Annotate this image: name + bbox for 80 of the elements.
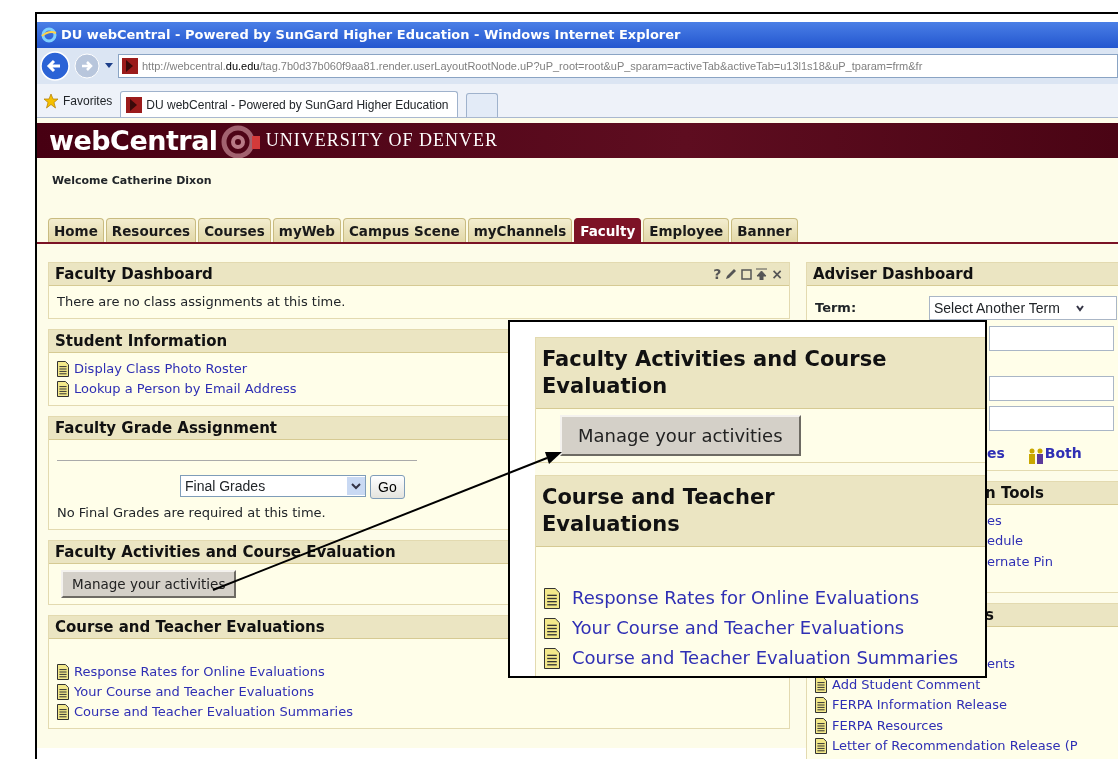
panel-title: Student Information (55, 332, 228, 350)
term-label: Term: (815, 299, 858, 318)
site-favicon (126, 96, 143, 113)
link[interactable]: Your Course and Teacher Evaluations (572, 613, 905, 643)
maximize-icon (741, 268, 753, 280)
nav-tab[interactable]: Faculty (574, 218, 642, 242)
link[interactable]: es (987, 443, 1005, 464)
site-favicon (122, 58, 138, 74)
panel-title: Faculty Dashboard (55, 265, 213, 283)
manage-activities-button[interactable]: Manage your activities (560, 415, 801, 456)
document-icon (57, 361, 69, 377)
favorites-button[interactable]: Favorites (43, 91, 113, 110)
grades-dropdown[interactable]: Final Grades (180, 475, 366, 497)
pencil-icon (725, 268, 738, 280)
link[interactable]: Both (1026, 443, 1082, 464)
document-icon (815, 697, 827, 714)
forward-icon (74, 53, 100, 79)
link[interactable]: Display Class Photo Roster (74, 359, 248, 379)
nav-tab[interactable]: Employee (643, 218, 730, 242)
caret-icon (104, 62, 114, 70)
input-field[interactable] (989, 326, 1114, 351)
document-icon (544, 617, 560, 639)
link[interactable]: ents (987, 654, 1016, 675)
link[interactable]: Response Rates for Online Evaluations (74, 662, 325, 683)
link[interactable]: FERPA Resources (832, 715, 944, 736)
close-button[interactable]: × (771, 265, 783, 283)
nav-tab[interactable]: Banner (731, 218, 798, 242)
nav-tab[interactable]: Courses (198, 218, 271, 242)
panel-title: Faculty Grade Assignment (55, 419, 277, 437)
link[interactable]: edule (987, 531, 1024, 552)
nav-tab[interactable]: myWeb (272, 218, 341, 242)
university-name: UNIVERSITY OF DENVER (265, 129, 498, 152)
back-icon (40, 51, 70, 81)
panel-title: Faculty Activities and Course Evaluation (55, 543, 396, 561)
manage-activities-button[interactable]: Manage your activities (61, 570, 237, 599)
document-icon (57, 684, 69, 701)
nav-tab[interactable]: Resources (105, 218, 197, 242)
document-icon (57, 381, 69, 397)
new-tab-button[interactable] (465, 93, 498, 117)
link[interactable]: Course and Teacher Evaluation Summaries (572, 643, 959, 673)
input-field[interactable] (989, 406, 1114, 431)
site-logo: webCentral (49, 127, 218, 154)
go-button[interactable]: Go (370, 475, 405, 499)
chevron-down-icon (1075, 304, 1084, 312)
panel-title: Course and Teacher Evaluations (55, 618, 325, 637)
document-icon (815, 738, 827, 755)
link[interactable]: Add Student Comment (832, 674, 981, 695)
document-icon (815, 717, 827, 734)
document-icon (57, 664, 69, 681)
nav-tab[interactable]: Home (48, 218, 104, 242)
message-text: There are no class assignments at this time. (57, 293, 346, 311)
document-icon (544, 647, 560, 669)
browser-tab[interactable]: DU webCentral - Powered by SunGard Higher Education (120, 91, 458, 117)
move-top-icon (756, 268, 768, 280)
panel-title: Adviser Dashboard (813, 265, 974, 283)
welcome-text: Welcome Catherine Dixon (51, 173, 213, 188)
link[interactable]: es (987, 510, 1002, 531)
panel-title: Faculty Activities and Course Evaluation (542, 346, 888, 400)
link[interactable]: Your Course and Teacher Evaluations (74, 682, 314, 703)
link[interactable]: ernate Pin (987, 551, 1053, 572)
chevron-down-icon (351, 482, 361, 490)
link[interactable]: FERPA Information Release (832, 695, 1007, 716)
link[interactable]: Response Rates for Online Evaluations (572, 583, 920, 613)
link[interactable]: Letter of Recommendation Release (P (832, 736, 1078, 757)
message-text: No Final Grades are required at this time. (57, 504, 326, 522)
link[interactable]: Course and Teacher Evaluation Summaries (74, 702, 353, 723)
nav-tab[interactable]: Campus Scene (342, 218, 466, 242)
address-field[interactable]: http://webcentral.du.edu/tag.7b0d37b060f9aa81.render.userLayoutRootNode.uP?uP_root=root&uP_sparam=activeTab&activeTab=u13l1s18&uP_tparam=frm&fr (118, 54, 1118, 78)
link[interactable]: Lookup a Person by Email Address (74, 379, 297, 399)
document-icon (57, 704, 69, 721)
people-icon (1026, 447, 1045, 464)
help-button[interactable]: ? (713, 265, 722, 283)
panel-title: Course and Teacher Evaluations (542, 484, 776, 538)
star-icon (43, 92, 59, 109)
window-title: DU webCentral - Powered by SunGard Higher Education - Windows Internet Explorer (61, 26, 681, 45)
document-icon (544, 587, 560, 609)
input-field[interactable] (989, 376, 1114, 401)
nav-tab[interactable]: myChannels (467, 218, 573, 242)
browser-logo-icon (41, 27, 57, 43)
term-dropdown[interactable]: Select Another Term (929, 296, 1117, 320)
